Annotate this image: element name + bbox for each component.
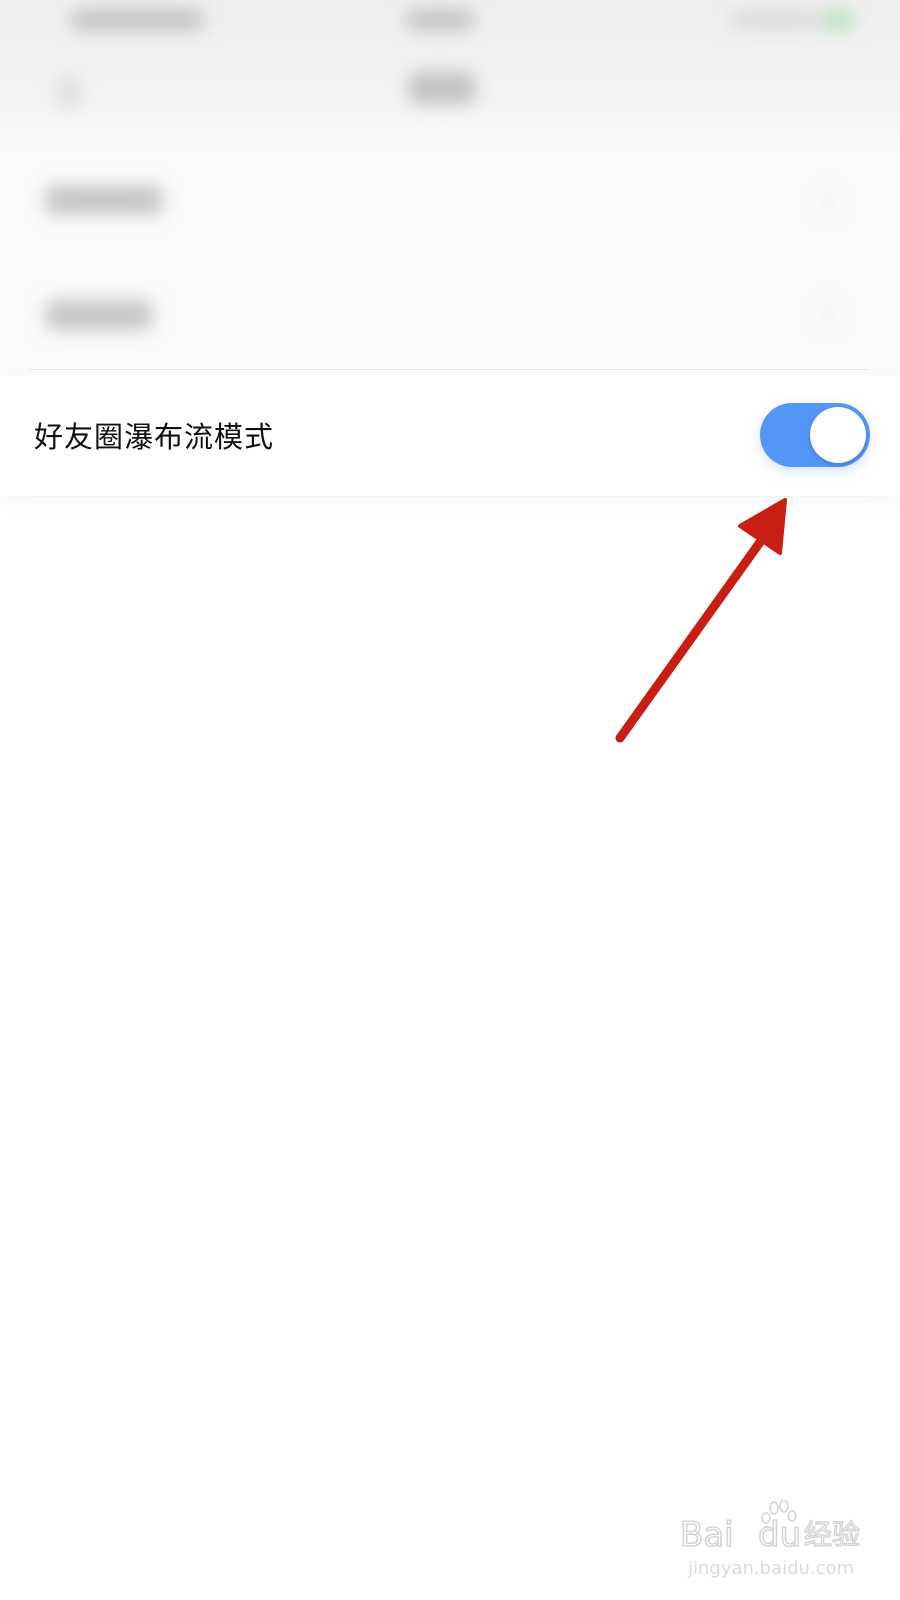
blurred-back-icon[interactable] [58,75,80,109]
blurred-chevron-icon [820,190,836,212]
baidu-jingyan-logo: Bai du 经验 [680,1500,861,1556]
settings-screen: 好友圈瀑布流模式 Bai du 经验 jingyan.baidu.com [0,0,900,1600]
blurred-status-carrier [70,10,205,30]
arrow-shaft [615,526,773,743]
svg-text:Bai: Bai [680,1515,734,1555]
blurred-settings-list [0,150,900,375]
waterfall-mode-label: 好友圈瀑布流模式 [34,420,275,454]
blurred-setting-item[interactable] [45,185,163,215]
divider [30,496,870,497]
waterfall-mode-setting-row[interactable]: 好友圈瀑布流模式 [0,376,900,496]
blurred-header [0,0,900,150]
divider [30,369,870,370]
watermark: Bai du 经验 jingyan.baidu.com [680,1500,880,1590]
waterfall-mode-toggle[interactable] [760,403,870,467]
toggle-knob [810,407,866,463]
blurred-setting-item[interactable] [45,300,153,330]
blurred-status-time [405,10,475,30]
blurred-battery-icon [820,10,855,30]
blurred-chevron-icon [820,302,836,324]
arrow-head [738,498,787,555]
svg-text:du: du [758,1515,801,1555]
watermark-url: jingyan.baidu.com [688,1558,855,1579]
blurred-nav-title [408,72,476,104]
svg-text:经验: 经验 [804,1518,860,1551]
blurred-status-icons [730,10,820,30]
